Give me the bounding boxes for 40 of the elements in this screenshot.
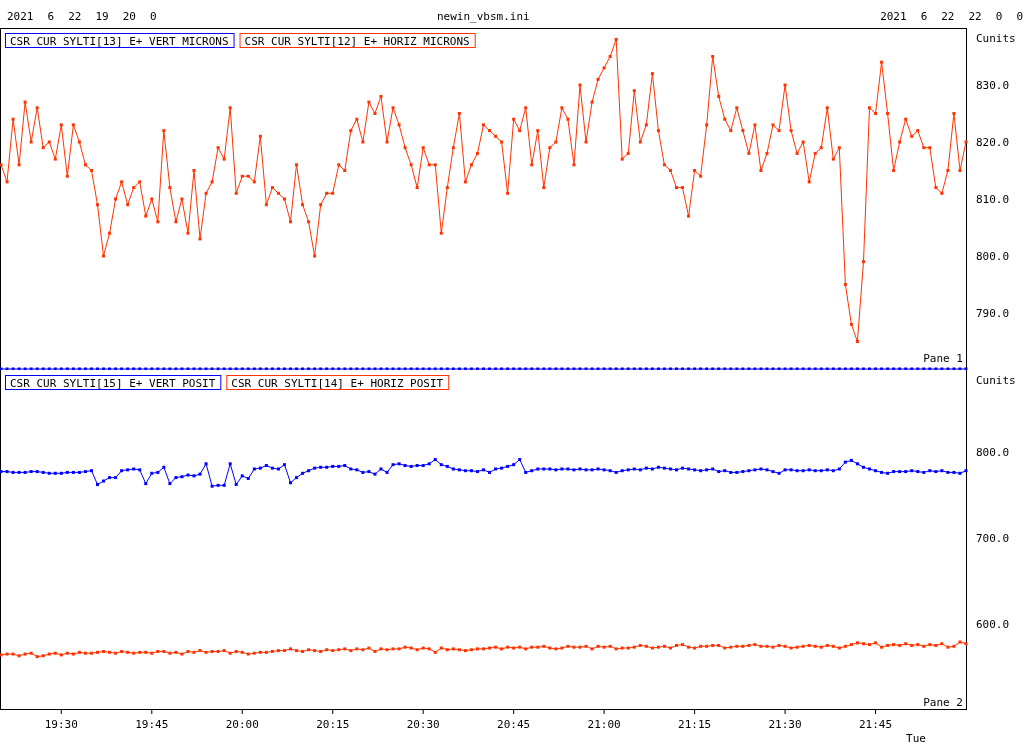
pane-label: Pane 2 [923,696,963,709]
start-time-value: 0 [149,10,157,23]
time-tick-label: 21:15 [678,718,712,731]
end-time-value: 22 [941,10,955,23]
end-time-value: 0 [995,10,1003,23]
time-tick-label: 20:15 [316,718,350,731]
end-time-value: 6 [920,10,928,23]
unit-label: Cunits [976,374,1016,387]
legend-item: CSR CUR SYLTI[13] E+ VERT MICRONS [5,33,235,48]
file-title: newin_vbsm.ini [435,10,531,23]
start-time-value: 22 [68,10,82,23]
pane-label: Pane 1 [923,352,963,365]
day-label: Tue [906,732,926,745]
axis-tick-label: 790.0 [976,307,1010,320]
time-tick-label: 19:30 [44,718,78,731]
axis-tick-label: 820.0 [976,136,1010,149]
time-tick-label: 20:45 [497,718,531,731]
axis-tick-label: 830.0 [976,79,1010,92]
start-time-value: 6 [47,10,55,23]
axis-tick-label: 800.0 [976,445,1010,459]
time-tick-label: 21:30 [768,718,802,731]
axis-tick-label: 810.0 [976,193,1010,206]
unit-label: Cunits [976,32,1016,45]
end-time-value: 0 [1016,10,1023,23]
start-time-value: 2021 [7,10,34,23]
start-time-value: 20 [122,10,136,23]
legend-item: CSR CUR SYLTI[15] E+ VERT POSIT [5,375,222,390]
end-time-value: 2021 [880,10,907,23]
time-tick-label: 20:30 [406,718,440,731]
legend-item: CSR CUR SYLTI[14] E+ HORIZ POSIT [226,375,450,390]
axis-tick-label: 600.0 [976,617,1010,631]
time-tick-label: 21:45 [858,718,893,731]
start-time-value: 19 [95,10,109,23]
axis-tick-label: 700.0 [976,531,1010,545]
time-tick-label: 21:00 [587,718,621,731]
legend-item: CSR CUR SYLTI[12] E+ HORIZ MICRONS [239,33,476,48]
end-time-value: 22 [968,10,982,23]
time-tick-label: 19:45 [135,718,169,731]
time-tick-label: 20:00 [225,718,259,731]
axis-tick-label: 800.0 [976,250,1010,263]
